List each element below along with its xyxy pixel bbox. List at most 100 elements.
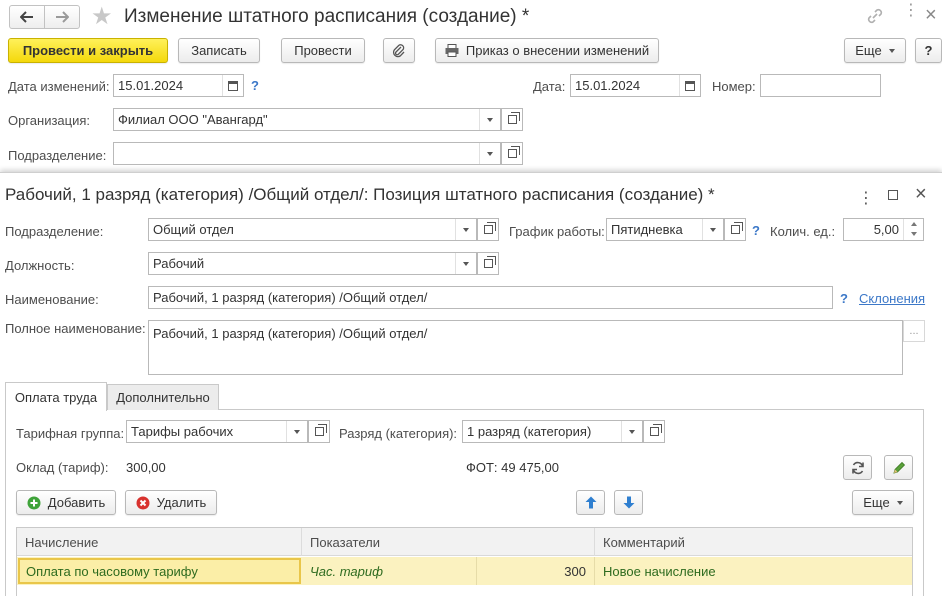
fot-value: ФОТ: 49 475,00 <box>466 460 559 475</box>
dropdown-button[interactable] <box>479 109 500 130</box>
more-button-label: Еще <box>855 43 882 58</box>
delete-button[interactable]: Удалить <box>125 490 217 515</box>
open-window-icon <box>649 424 662 436</box>
fullname-textarea[interactable]: Рабочий, 1 разряд (категория) /Общий отд… <box>148 320 903 375</box>
department-label: Подразделение: <box>8 148 107 163</box>
column-header-accrual[interactable]: Начисление <box>17 528 302 556</box>
dropdown-button[interactable] <box>621 421 642 442</box>
table-more-label: Еще <box>863 495 890 510</box>
calendar-button[interactable] <box>222 75 243 96</box>
fullname-ellipsis-button[interactable]: ... <box>903 320 925 342</box>
table-more-button[interactable]: Еще <box>852 490 914 515</box>
subform-more-icon[interactable]: ⋮ <box>858 188 874 208</box>
more-button[interactable]: Еще <box>844 38 906 63</box>
arrow-left-icon <box>20 11 33 23</box>
dropdown-button[interactable] <box>455 253 476 274</box>
name-input[interactable]: Рабочий, 1 разряд (категория) /Общий отд… <box>148 286 833 309</box>
calendar-button[interactable] <box>679 75 700 96</box>
attach-button[interactable] <box>383 38 415 63</box>
fullname-label: Полное наименование: <box>5 321 146 336</box>
link-icon[interactable] <box>866 7 884 28</box>
fullname-value: Рабочий, 1 разряд (категория) /Общий отд… <box>153 326 428 341</box>
open-organization-button[interactable] <box>501 108 523 131</box>
grade-field[interactable]: 1 разряд (категория) <box>462 420 643 443</box>
favorite-star-icon[interactable]: ★ <box>91 2 113 31</box>
stepper-down-icon[interactable] <box>911 232 917 236</box>
delete-button-label: Удалить <box>156 495 207 510</box>
position-label: Должность: <box>5 258 75 273</box>
schedule-value: Пятидневка <box>611 222 683 237</box>
open-tariff-group-button[interactable] <box>308 420 330 443</box>
help-question-icon[interactable]: ? <box>752 223 760 238</box>
tab-additional[interactable]: Дополнительно <box>107 384 219 410</box>
number-label: Номер: <box>712 79 756 94</box>
column-header-indicators[interactable]: Показатели <box>302 528 595 556</box>
subform-close-icon[interactable]: × <box>915 183 927 206</box>
open-department-button[interactable] <box>501 142 523 165</box>
chevron-down-icon <box>463 227 469 232</box>
arrow-down-icon <box>623 496 634 509</box>
declension-link[interactable]: Склонения <box>859 291 925 306</box>
add-button[interactable]: Добавить <box>16 490 116 515</box>
help-button[interactable]: ? <box>915 38 942 63</box>
open-subform-department-button[interactable] <box>477 218 499 241</box>
tariff-group-field[interactable]: Тарифы рабочих <box>126 420 308 443</box>
schedule-field[interactable]: Пятидневка <box>606 218 724 241</box>
more-menu-icon[interactable]: ⋮ <box>903 3 919 19</box>
plus-circle-icon <box>27 496 41 509</box>
arrow-right-icon <box>56 11 69 23</box>
help-question-icon[interactable]: ? <box>840 291 848 306</box>
dropdown-button[interactable] <box>702 219 723 240</box>
edit-button[interactable] <box>884 455 913 480</box>
date-field[interactable]: 15.01.2024 <box>570 74 701 97</box>
subform-department-value: Общий отдел <box>153 222 234 237</box>
forward-button[interactable] <box>44 5 80 29</box>
printer-icon <box>445 44 459 57</box>
move-down-button[interactable] <box>614 490 643 515</box>
tab-payment[interactable]: Оплата труда <box>5 382 107 411</box>
open-grade-button[interactable] <box>643 420 665 443</box>
dropdown-button[interactable] <box>455 219 476 240</box>
open-position-button[interactable] <box>477 252 499 275</box>
dropdown-button[interactable] <box>479 143 500 164</box>
chevron-down-icon <box>629 429 635 434</box>
stepper-buttons[interactable] <box>903 219 923 240</box>
post-and-close-button[interactable]: Провести и закрыть <box>8 38 168 63</box>
schedule-label: График работы: <box>509 224 605 239</box>
open-schedule-button[interactable] <box>724 218 746 241</box>
name-label: Наименование: <box>5 292 99 307</box>
position-value: Рабочий <box>153 256 205 271</box>
dropdown-button[interactable] <box>286 421 307 442</box>
paperclip-icon <box>392 43 405 57</box>
number-field[interactable] <box>760 74 881 97</box>
organization-field[interactable]: Филиал ООО "Авангард" <box>113 108 501 131</box>
maximize-icon[interactable] <box>888 190 898 200</box>
stepper-up-icon[interactable] <box>911 222 917 226</box>
help-question-icon[interactable]: ? <box>251 78 259 93</box>
comment-cell[interactable]: Новое начисление <box>595 557 912 585</box>
date-value: 15.01.2024 <box>575 78 641 93</box>
arrow-up-icon <box>585 496 596 509</box>
salary-value: 300,00 <box>126 460 166 475</box>
close-icon[interactable]: × <box>925 4 937 27</box>
department-field[interactable] <box>113 142 501 165</box>
accrual-cell[interactable]: Оплата по часовому тарифу <box>18 558 301 584</box>
chevron-down-icon <box>710 227 716 232</box>
back-button[interactable] <box>9 5 45 29</box>
save-button[interactable]: Записать <box>178 38 260 63</box>
change-date-field[interactable]: 15.01.2024 <box>113 74 244 97</box>
column-header-comment[interactable]: Комментарий <box>595 528 912 556</box>
tariff-group-label: Тарифная группа: <box>16 426 125 441</box>
tariff-group-value: Тарифы рабочих <box>131 424 234 439</box>
order-button-label: Приказ о внесении изменений <box>465 43 650 58</box>
post-button[interactable]: Провести <box>281 38 365 63</box>
subform-department-field[interactable]: Общий отдел <box>148 218 477 241</box>
refresh-button[interactable] <box>843 455 872 480</box>
move-up-button[interactable] <box>576 490 605 515</box>
chevron-down-icon <box>463 261 469 266</box>
indicator-cell[interactable]: Час. тариф <box>302 557 477 585</box>
order-button[interactable]: Приказ о внесении изменений <box>435 38 659 63</box>
indicator-value-cell[interactable]: 300 <box>477 557 595 585</box>
position-field[interactable]: Рабочий <box>148 252 477 275</box>
quantity-stepper[interactable]: 5,00 <box>843 218 924 241</box>
